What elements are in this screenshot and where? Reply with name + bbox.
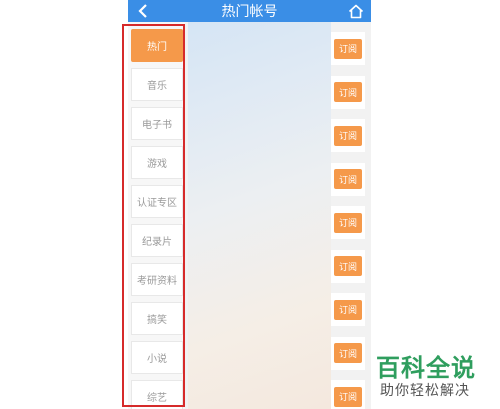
subscribe-button[interactable]: 订阅 <box>334 299 362 320</box>
subscribe-button[interactable]: 订阅 <box>334 212 362 233</box>
list-item-subscribe: 订阅 <box>331 162 365 196</box>
sidebar-item-3[interactable]: 游戏 <box>131 146 183 179</box>
list-item-subscribe: 订阅 <box>331 119 365 152</box>
list-item-subscribe: 订阅 <box>331 293 365 326</box>
sidebar-item-0[interactable]: 热门 <box>131 29 183 62</box>
list-item-subscribe: 订阅 <box>331 206 365 239</box>
list-item-subscribe: 订阅 <box>331 249 365 283</box>
watermark-subtitle: 助你轻松解决 <box>380 383 470 399</box>
sidebar-item-7[interactable]: 搞笑 <box>131 302 183 335</box>
subscribe-button[interactable]: 订阅 <box>334 38 362 59</box>
sidebar-item-5[interactable]: 纪录片 <box>131 224 183 257</box>
sidebar-item-6[interactable]: 考研资料 <box>131 263 183 296</box>
list-item-subscribe: 订阅 <box>331 380 365 409</box>
sidebar-item-9[interactable]: 综艺 <box>131 380 183 409</box>
watermark-title: 百科全说 <box>376 354 476 382</box>
chevron-left-icon[interactable] <box>134 2 152 20</box>
list-item-subscribe: 订阅 <box>331 32 365 65</box>
subscribe-button[interactable]: 订阅 <box>334 386 362 407</box>
home-icon[interactable] <box>347 2 365 20</box>
sidebar-item-1[interactable]: 音乐 <box>131 68 183 101</box>
subscribe-column: 订阅 订阅 订阅 订阅 订阅 订阅 订阅 订阅 订阅 <box>331 22 371 409</box>
subscribe-button[interactable]: 订阅 <box>334 169 362 189</box>
list-item-subscribe: 订阅 <box>331 336 365 370</box>
page-title: 热门帐号 <box>221 4 278 20</box>
subscribe-button[interactable]: 订阅 <box>334 82 362 102</box>
list-item-subscribe: 订阅 <box>331 75 365 109</box>
sidebar-item-4[interactable]: 认证专区 <box>131 185 183 218</box>
app-screen: 热门帐号 热门 音乐 电子书 游戏 认证专区 纪录片 考研资料 搞笑 小说 综艺 订阅 订阅 订阅 订阅… <box>128 0 371 409</box>
sidebar-item-2[interactable]: 电子书 <box>131 107 183 140</box>
top-bar: 热门帐号 <box>128 0 371 22</box>
subscribe-button[interactable]: 订阅 <box>334 125 362 146</box>
account-list-blurred <box>188 22 331 409</box>
subscribe-button[interactable]: 订阅 <box>334 343 362 363</box>
category-sidebar: 热门音乐电子书游戏认证专区纪录片考研资料搞笑小说综艺 <box>128 22 185 409</box>
sidebar-item-8[interactable]: 小说 <box>131 341 183 374</box>
subscribe-button[interactable]: 订阅 <box>334 256 362 276</box>
